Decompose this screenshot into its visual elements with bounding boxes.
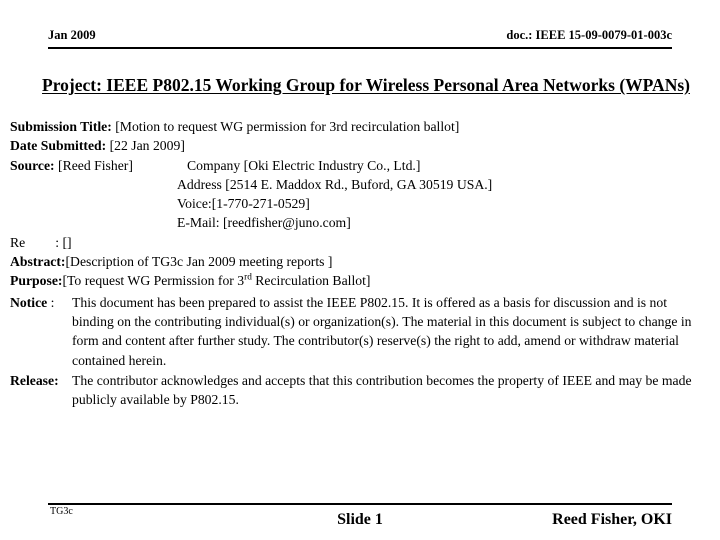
header-doc-number: doc.: IEEE 15-09-0079-01-003c	[506, 28, 672, 42]
abstract-line: Abstract:[Description of TG3c Jan 2009 m…	[10, 252, 710, 271]
date-submitted-label: Date Submitted:	[10, 138, 107, 154]
abstract-value: [Description of TG3c Jan 2009 meeting re…	[65, 254, 333, 270]
header-date: Jan 2009	[48, 28, 96, 42]
purpose-label: Purpose:	[10, 273, 63, 289]
email-value: E-Mail: [reedfisher@juno.com]	[177, 215, 351, 231]
purpose-line: Purpose:[To request WG Permission for 3r…	[10, 271, 710, 290]
address-value: Address [2514 E. Maddox Rd., Buford, GA …	[177, 176, 493, 192]
re-value: : []	[55, 234, 72, 250]
date-submitted-value: [22 Jan 2009]	[109, 138, 185, 154]
source-label: Source:	[10, 157, 55, 173]
email-line: E-Mail: [reedfisher@juno.com]	[10, 213, 710, 232]
address-line: Address [2514 E. Maddox Rd., Buford, GA …	[10, 175, 710, 194]
project-title: Project: IEEE P802.15 Working Group for …	[26, 75, 706, 96]
re-line: Re : []	[10, 233, 710, 252]
company-value: Company [Oki Electric Industry Co., Ltd.…	[187, 157, 421, 173]
voice-value: Voice:[1-770-271-0529]	[177, 196, 310, 212]
abstract-label: Abstract:	[10, 254, 66, 270]
source-label-group: Source: [Reed Fisher]	[10, 156, 187, 175]
notice-colon: :	[50, 294, 55, 310]
release-text: The contributor acknowledges and accepts…	[72, 372, 692, 408]
footer-author: Reed Fisher, OKI	[552, 511, 672, 528]
project-title-text: Project: IEEE P802.15 Working Group for …	[42, 75, 690, 95]
header-divider	[48, 47, 672, 49]
notice-paragraph: Notice : This document has been prepared…	[10, 293, 710, 370]
purpose-value-pre: [To request WG Permission for 3	[62, 273, 245, 289]
submission-title-value: [Motion to request WG permission for 3rd…	[115, 119, 460, 134]
source-line: Source: [Reed Fisher] Company [Oki Elect…	[10, 156, 710, 175]
release-label: Release:	[10, 372, 59, 388]
release-paragraph: Release: The contributor acknowledges an…	[10, 371, 710, 410]
date-submitted-line: Date Submitted: [22 Jan 2009]	[10, 136, 710, 155]
submission-title-line: Submission Title: [Motion to request WG …	[10, 117, 710, 136]
purpose-value-post: Recirculation Ballot]	[251, 273, 371, 289]
voice-line: Voice:[1-770-271-0529]	[10, 194, 710, 213]
footer-divider	[48, 503, 672, 505]
submission-details: Submission Title: [Motion to request WG …	[10, 117, 710, 409]
notice-text: This document has been prepared to assis…	[72, 294, 692, 368]
notice-label-group: Notice :	[10, 293, 54, 312]
source-value: [Reed Fisher]	[58, 157, 133, 173]
re-label: Re	[10, 234, 26, 250]
notice-label: Notice	[10, 294, 48, 310]
purpose-value-superscript: rd	[244, 272, 252, 283]
submission-title-label: Submission Title:	[10, 119, 112, 134]
header-row: Jan 2009 doc.: IEEE 15-09-0079-01-003c	[48, 28, 672, 45]
slide-header: Jan 2009 doc.: IEEE 15-09-0079-01-003c	[48, 28, 672, 52]
